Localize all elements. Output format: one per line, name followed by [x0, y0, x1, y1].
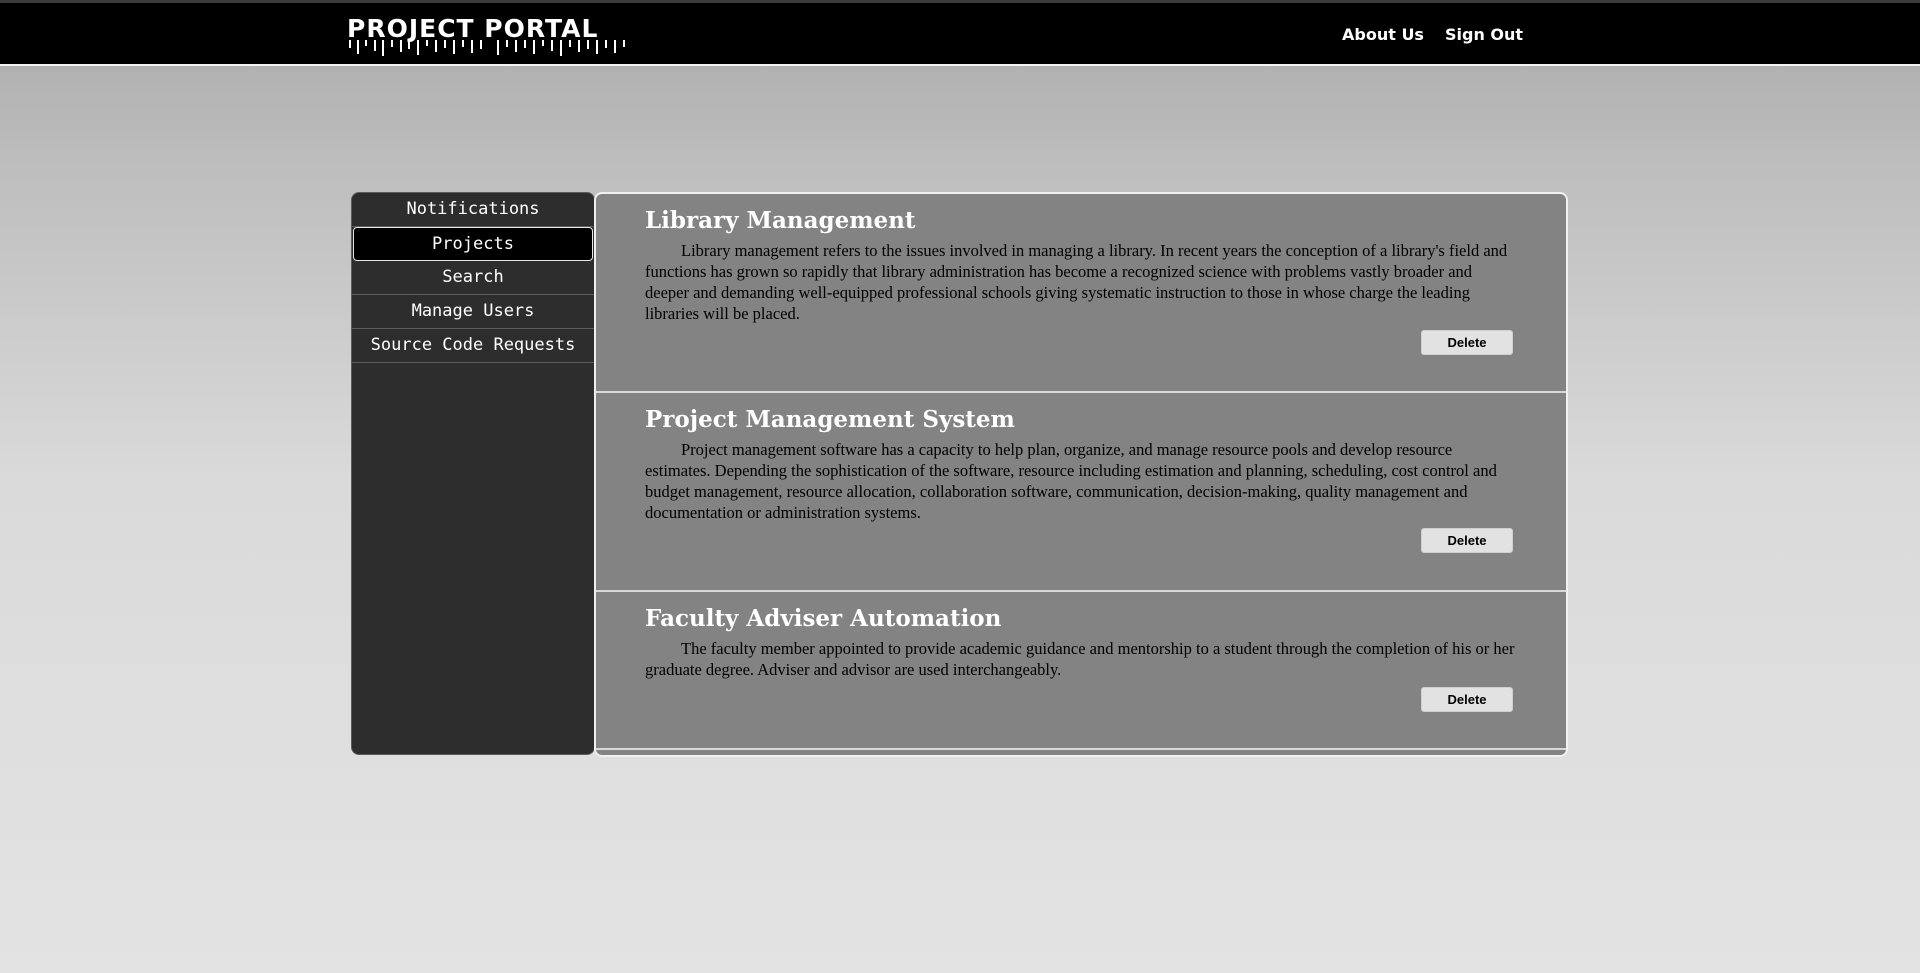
- delete-project-button[interactable]: Delete: [1421, 528, 1513, 553]
- project-description: Library management refers to the issues …: [645, 241, 1508, 323]
- project-title: Faculty Adviser Automation: [645, 605, 1002, 632]
- sidebar-item-source-code-requests[interactable]: Source Code Requests: [352, 329, 594, 363]
- project-description: The faculty member appointed to provide …: [645, 639, 1515, 679]
- top-header-bar: PROJECT PORTAL About Us Sign Out: [0, 0, 1920, 66]
- project-title: Library Management: [645, 207, 916, 234]
- delete-project-button[interactable]: Delete: [1421, 687, 1513, 712]
- delete-project-button[interactable]: Delete: [1421, 330, 1513, 355]
- sidebar-menu: Notifications Projects Search Manage Use…: [351, 192, 595, 755]
- sidebar-item-notifications[interactable]: Notifications: [352, 193, 594, 227]
- project-card: Faculty Adviser Automation The faculty m…: [596, 592, 1566, 750]
- sidebar-item-manage-users[interactable]: Manage Users: [352, 295, 594, 329]
- nav-about-us-link[interactable]: About Us: [1342, 25, 1424, 44]
- project-card: Library Management Library management re…: [596, 194, 1566, 393]
- project-portal-logo[interactable]: PROJECT PORTAL: [347, 16, 625, 56]
- logo-drip-decoration: [349, 40, 625, 56]
- project-description: Project management software has a capaci…: [645, 440, 1497, 522]
- projects-list-panel: Library Management Library management re…: [594, 192, 1568, 757]
- sidebar-item-search[interactable]: Search: [352, 261, 594, 295]
- nav-sign-out-link[interactable]: Sign Out: [1445, 25, 1523, 44]
- project-title: Project Management System: [645, 406, 1015, 433]
- project-card: Project Management System Project manage…: [596, 393, 1566, 592]
- sidebar-item-projects[interactable]: Projects: [353, 227, 593, 261]
